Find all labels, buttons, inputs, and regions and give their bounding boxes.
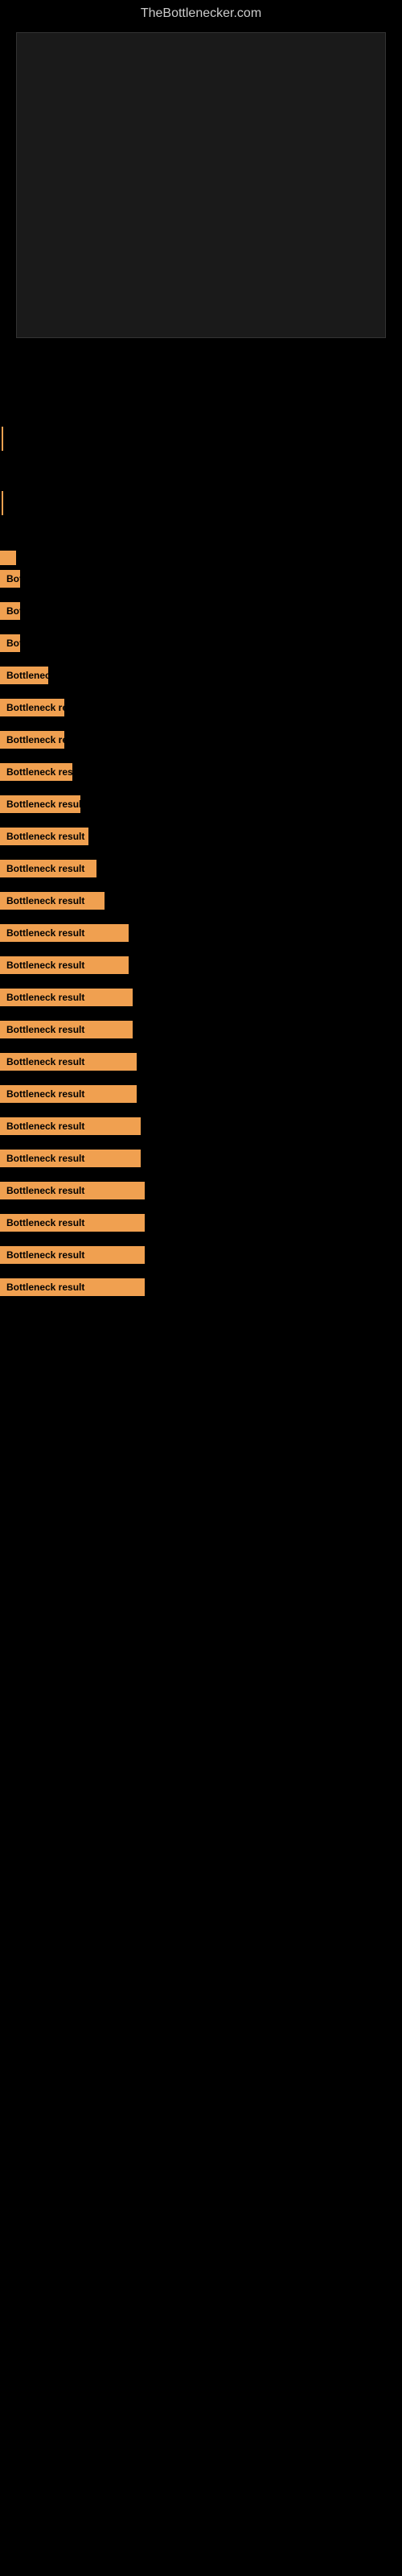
list-item: Bottleneck result bbox=[0, 1116, 402, 1137]
list-item: Bottleneck result bbox=[0, 858, 402, 879]
chart-inner bbox=[16, 32, 386, 338]
list-item: Bottleneck result bbox=[0, 955, 402, 976]
result-label: Bottleneck result bbox=[0, 602, 20, 620]
site-header: TheBottlenecker.com bbox=[0, 0, 402, 24]
site-title: TheBottlenecker.com bbox=[0, 0, 402, 24]
result-label: Bottleneck result bbox=[0, 1085, 137, 1103]
result-label: Bottleneck result bbox=[0, 570, 20, 588]
result-label: Bottleneck result bbox=[0, 634, 20, 652]
list-item: Bottleneck result bbox=[0, 1277, 402, 1298]
result-label: Bottleneck result bbox=[0, 860, 96, 877]
list-item: Bottleneck result bbox=[0, 987, 402, 1008]
result-label: Bottleneck result bbox=[0, 731, 64, 749]
result-label: Bottleneck result bbox=[0, 924, 129, 942]
result-label: Bottleneck result bbox=[0, 667, 48, 684]
input-row-1 bbox=[0, 547, 402, 568]
list-item: Bottleneck result bbox=[0, 729, 402, 750]
list-item: Bottleneck result bbox=[0, 697, 402, 718]
list-item: Bottleneck result bbox=[0, 1212, 402, 1233]
result-label: Bottleneck result bbox=[0, 1021, 133, 1038]
input-bar-1 bbox=[0, 551, 16, 565]
list-item: Bottleneck result bbox=[0, 665, 402, 686]
result-label: Bottleneck result bbox=[0, 1214, 145, 1232]
list-item: Bottleneck result bbox=[0, 794, 402, 815]
list-item: Bottleneck result bbox=[0, 923, 402, 943]
result-label: Bottleneck result bbox=[0, 828, 88, 845]
list-item: Bottleneck result bbox=[0, 1245, 402, 1265]
list-item: Bottleneck result bbox=[0, 568, 402, 589]
result-label: Bottleneck result bbox=[0, 892, 105, 910]
result-label: Bottleneck result bbox=[0, 699, 64, 716]
list-item: Bottleneck result bbox=[0, 1084, 402, 1104]
results-container: Bottleneck result Bottleneck result Bott… bbox=[0, 568, 402, 1319]
result-label: Bottleneck result bbox=[0, 1182, 145, 1199]
list-item: Bottleneck result bbox=[0, 890, 402, 911]
result-label: Bottleneck result bbox=[0, 1150, 141, 1167]
result-label: Bottleneck result bbox=[0, 1117, 141, 1135]
list-item: Bottleneck result bbox=[0, 826, 402, 847]
list-item: Bottleneck result bbox=[0, 601, 402, 621]
list-item: Bottleneck result bbox=[0, 1051, 402, 1072]
result-label: Bottleneck result bbox=[0, 763, 72, 781]
result-label: Bottleneck result bbox=[0, 1246, 145, 1264]
chart-area bbox=[0, 32, 402, 370]
list-item: Bottleneck result bbox=[0, 1019, 402, 1040]
result-label: Bottleneck result bbox=[0, 795, 80, 813]
list-item: Bottleneck result bbox=[0, 1180, 402, 1201]
list-item: Bottleneck result bbox=[0, 1148, 402, 1169]
caret-2 bbox=[2, 491, 3, 515]
result-label: Bottleneck result bbox=[0, 1278, 145, 1296]
list-item: Bottleneck result bbox=[0, 633, 402, 654]
result-label: Bottleneck result bbox=[0, 989, 133, 1006]
caret-1 bbox=[2, 427, 3, 451]
result-label: Bottleneck result bbox=[0, 956, 129, 974]
list-item: Bottleneck result bbox=[0, 762, 402, 782]
result-label: Bottleneck result bbox=[0, 1053, 137, 1071]
